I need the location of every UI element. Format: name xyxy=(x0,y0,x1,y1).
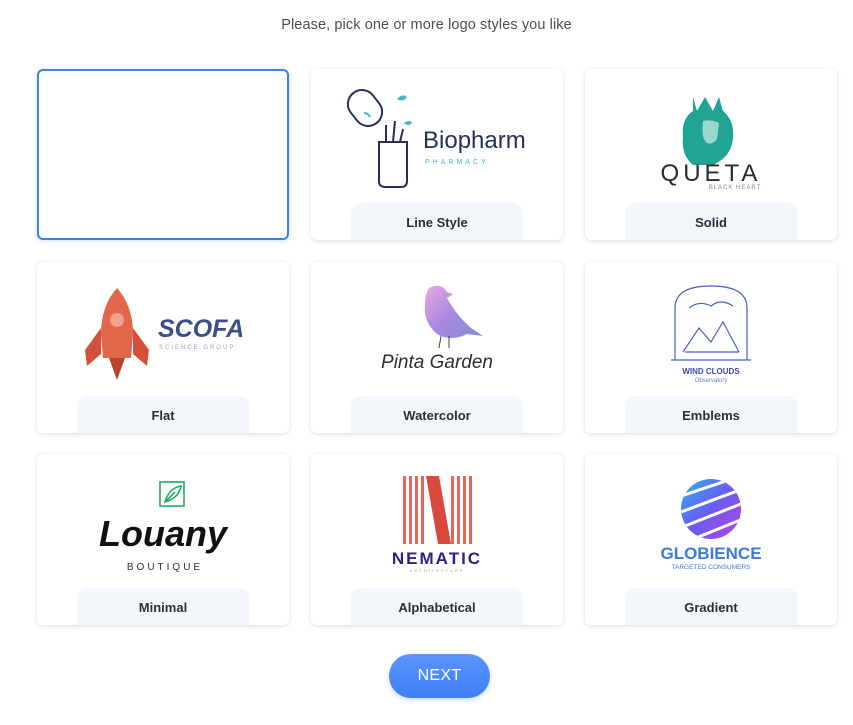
next-button[interactable]: NEXT xyxy=(389,654,490,698)
wind-clouds-logo-image: WIND CLOUDS Observatory xyxy=(671,285,751,384)
style-label-gradient: Gradient xyxy=(625,588,797,625)
style-label-minimal: Minimal xyxy=(77,588,249,625)
nematic-logo-image: NEMATIC ARCHITECTURE xyxy=(392,476,482,573)
nematic-tagline: ARCHITECTURE xyxy=(409,568,464,573)
logo-style-grid: Biopharm PHARMACY Line Style QUETA BLACK… xyxy=(37,69,837,626)
louany-logo-image: Louany BOUTIQUE xyxy=(99,481,229,573)
scofa-tagline: SCIENCE GROUP xyxy=(159,345,235,351)
louany-tagline: BOUTIQUE xyxy=(127,562,203,573)
queta-name: QUETA xyxy=(661,160,762,187)
style-label-emblems: Emblems xyxy=(625,396,797,433)
logo-style-card-alphabetical[interactable]: NEMATIC ARCHITECTURE Alphabetical xyxy=(311,454,563,625)
wind-clouds-tagline: Observatory xyxy=(695,378,728,384)
logo-style-card-emblems[interactable]: WIND CLOUDS Observatory Emblems xyxy=(585,262,837,433)
scofa-name: SCOFA xyxy=(158,315,244,343)
style-label-line-style: Line Style xyxy=(351,203,523,240)
pinta-garden-logo-image: Pinta Garden xyxy=(381,285,493,373)
scofa-logo-image: SCOFA SCIENCE GROUP xyxy=(85,288,244,380)
style-label-solid: Solid xyxy=(625,203,797,240)
style-label-alphabetical: Alphabetical xyxy=(351,588,523,625)
biopharm-tagline: PHARMACY xyxy=(425,159,489,166)
logo-style-card-minimal[interactable]: Louany BOUTIQUE Minimal xyxy=(37,454,289,625)
queta-logo-image: QUETA BLACK HEART xyxy=(661,97,762,191)
pinta-garden-name: Pinta Garden xyxy=(381,352,493,373)
queta-tagline: BLACK HEART xyxy=(709,185,762,191)
logo-style-card-solid[interactable]: QUETA BLACK HEART Solid xyxy=(585,69,837,240)
wind-clouds-name: WIND CLOUDS xyxy=(682,367,740,376)
globience-tagline: TARGETED CONSUMERS xyxy=(672,564,752,571)
logo-style-card-gradient[interactable]: GLOBIENCE TARGETED CONSUMERS Gradient xyxy=(585,454,837,625)
logo-style-card-blank[interactable] xyxy=(37,69,289,240)
logo-style-card-watercolor[interactable]: Pinta Garden Watercolor xyxy=(311,262,563,433)
page-prompt: Please, pick one or more logo styles you… xyxy=(281,17,572,33)
biopharm-logo-image: Biopharm PHARMACY xyxy=(346,89,526,188)
style-label-watercolor: Watercolor xyxy=(351,396,523,433)
style-label-flat: Flat xyxy=(77,396,249,433)
globience-name: GLOBIENCE xyxy=(660,544,761,563)
nematic-name: NEMATIC xyxy=(392,549,482,568)
biopharm-name: Biopharm xyxy=(423,127,526,154)
louany-name: Louany xyxy=(99,513,229,554)
logo-style-card-flat[interactable]: SCOFA SCIENCE GROUP Flat xyxy=(37,262,289,433)
globience-logo-image: GLOBIENCE TARGETED CONSUMERS xyxy=(660,479,762,571)
logo-style-card-line-style[interactable]: Biopharm PHARMACY Line Style xyxy=(311,69,563,240)
